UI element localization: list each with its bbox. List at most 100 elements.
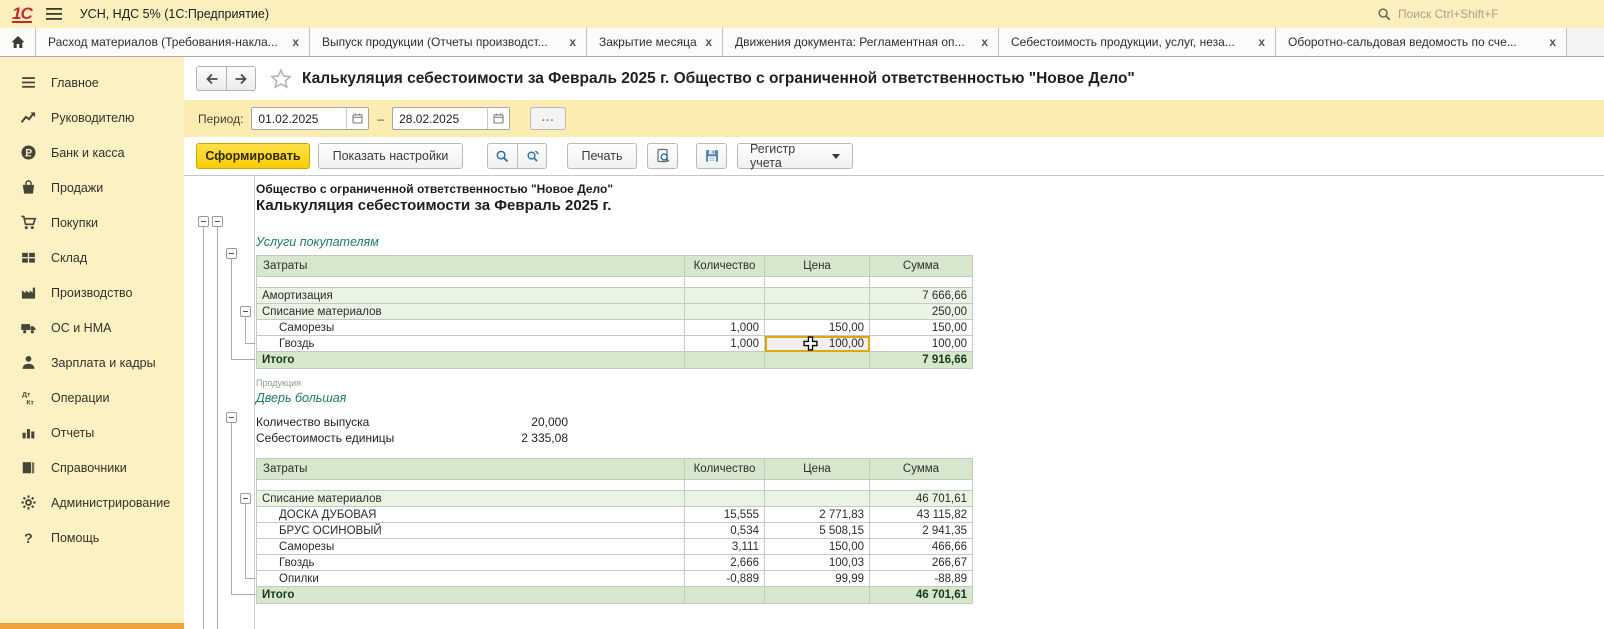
tab-2[interactable]: Закрытие месяцаx xyxy=(587,28,723,56)
table-row[interactable]: Списание материалов 46 701,61 xyxy=(257,491,973,507)
sidebar-item-4[interactable]: Покупки xyxy=(0,205,184,240)
period-from-input[interactable] xyxy=(252,112,346,126)
close-tab-icon[interactable]: x xyxy=(290,35,301,49)
tab-4[interactable]: Себестоимость продукции, услуг, неза...x xyxy=(999,28,1276,56)
cell-sum[interactable]: 250,00 xyxy=(870,304,973,320)
sidebar-item-0[interactable]: Главное xyxy=(0,65,184,100)
sidebar-item-2[interactable]: РБанк и касса xyxy=(0,135,184,170)
cell-price[interactable]: 150,00 xyxy=(765,320,870,336)
table-row[interactable]: Итого 7 916,66 xyxy=(257,352,973,369)
sidebar-scrollbar[interactable] xyxy=(0,623,184,629)
cell-price[interactable] xyxy=(765,587,870,604)
product-cost-table[interactable]: ЗатратыКоличествоЦенаСуммаСписание матер… xyxy=(256,458,973,604)
collapse-group-icon[interactable] xyxy=(240,493,251,504)
table-row[interactable]: Итого46 701,61 xyxy=(257,587,973,604)
cell-price[interactable]: 5 508,15 xyxy=(765,523,870,539)
tab-0[interactable]: Расход материалов (Требования-накла...x xyxy=(36,28,310,56)
cost-item-label[interactable]: ДОСКА ДУБОВАЯ xyxy=(257,507,685,523)
cell-sum[interactable]: 466,66 xyxy=(870,539,973,555)
cell-qty[interactable] xyxy=(685,587,765,604)
close-tab-icon[interactable]: x xyxy=(703,35,714,49)
cell-price[interactable] xyxy=(765,304,870,320)
collapse-group-icon[interactable] xyxy=(212,216,223,227)
tab-3[interactable]: Движения документа: Регламентная оп...x xyxy=(723,28,999,56)
cell-price[interactable] xyxy=(765,352,870,369)
period-more-button[interactable]: ... xyxy=(530,107,566,130)
cell-sum[interactable]: 46 701,61 xyxy=(870,491,973,507)
cell-sum[interactable]: -88,89 xyxy=(870,571,973,587)
register-menu-button[interactable]: Регистр учета xyxy=(737,143,853,169)
cell-price[interactable]: 2 771,83 xyxy=(765,507,870,523)
collapse-group-icon[interactable] xyxy=(226,412,237,423)
sidebar-item-8[interactable]: Зарплата и кадры xyxy=(0,345,184,380)
cost-item-label[interactable]: Итого xyxy=(257,352,685,369)
main-menu-icon[interactable] xyxy=(46,7,64,21)
calendar-icon[interactable] xyxy=(487,108,509,129)
cell-sum[interactable]: 7 916,66 xyxy=(870,352,973,369)
cell-sum[interactable]: 2 941,35 xyxy=(870,523,973,539)
tab-5[interactable]: Оборотно-сальдовая ведомость по сче...x xyxy=(1276,28,1567,56)
cell-price[interactable]: 100,03 xyxy=(765,555,870,571)
cell-sum[interactable]: 150,00 xyxy=(870,320,973,336)
period-to-field[interactable] xyxy=(392,107,510,130)
sidebar-item-10[interactable]: Отчеты xyxy=(0,415,184,450)
show-settings-button[interactable]: Показать настройки xyxy=(318,143,463,169)
close-tab-icon[interactable]: x xyxy=(567,35,578,49)
cost-item-label[interactable]: Саморезы xyxy=(257,320,685,336)
cell-price[interactable]: 150,00 xyxy=(765,539,870,555)
cost-item-label[interactable]: Списание материалов xyxy=(257,491,685,507)
cost-item-label[interactable]: Саморезы xyxy=(257,539,685,555)
table-row[interactable]: Саморезы1,000150,00150,00 xyxy=(257,320,973,336)
generate-button[interactable]: Сформировать xyxy=(196,143,310,169)
cost-item-label[interactable]: Итого xyxy=(257,587,685,604)
find-button[interactable] xyxy=(488,144,517,168)
cost-item-label[interactable]: Амортизация xyxy=(257,288,685,304)
tab-1[interactable]: Выпуск продукции (Отчеты производст...x xyxy=(310,28,587,56)
save-button[interactable] xyxy=(696,143,727,169)
cell-price[interactable]: 99,99 xyxy=(765,571,870,587)
cell-sum[interactable]: 43 115,82 xyxy=(870,507,973,523)
cell-qty[interactable] xyxy=(685,491,765,507)
cell-qty[interactable] xyxy=(685,304,765,320)
cell-sum[interactable]: 100,00 xyxy=(870,336,973,352)
collapse-group-icon[interactable] xyxy=(226,248,237,259)
sidebar-item-5[interactable]: Склад xyxy=(0,240,184,275)
period-to-input[interactable] xyxy=(393,112,487,126)
home-tab[interactable] xyxy=(0,28,36,56)
cell-price[interactable]: 100,00 xyxy=(765,336,870,352)
table-row[interactable]: Опилки-0,88999,99-88,89 xyxy=(257,571,973,587)
table-row[interactable]: Гвоздь2,666100,03266,67 xyxy=(257,555,973,571)
calendar-icon[interactable] xyxy=(346,108,368,129)
cost-item-label[interactable]: Гвоздь xyxy=(257,555,685,571)
cost-item-label[interactable]: Гвоздь xyxy=(257,336,685,352)
forward-button[interactable] xyxy=(226,67,255,90)
sidebar-item-12[interactable]: Администрирование xyxy=(0,485,184,520)
print-button[interactable]: Печать xyxy=(567,143,637,169)
table-row[interactable]: Саморезы3,111150,00466,66 xyxy=(257,539,973,555)
table-row[interactable]: Гвоздь1,000100,00100,00 xyxy=(257,336,973,352)
cost-item-label[interactable]: Списание материалов xyxy=(257,304,685,320)
cell-price[interactable] xyxy=(765,288,870,304)
sidebar-item-1[interactable]: Руководителю xyxy=(0,100,184,135)
services-cost-table[interactable]: ЗатратыКоличествоЦенаСуммаАмортизация7 6… xyxy=(256,255,973,369)
search-input[interactable] xyxy=(1398,7,1578,21)
cell-qty[interactable]: 0,534 xyxy=(685,523,765,539)
cell-qty[interactable]: 1,000 xyxy=(685,336,765,352)
table-row[interactable]: ДОСКА ДУБОВАЯ15,5552 771,8343 115,82 xyxy=(257,507,973,523)
cell-qty[interactable]: 2,666 xyxy=(685,555,765,571)
cell-sum[interactable]: 7 666,66 xyxy=(870,288,973,304)
close-tab-icon[interactable]: x xyxy=(1547,35,1558,49)
cell-qty[interactable]: 1,000 xyxy=(685,320,765,336)
sidebar-item-7[interactable]: ОС и НМА xyxy=(0,310,184,345)
cell-price[interactable] xyxy=(765,491,870,507)
sidebar-item-13[interactable]: ?Помощь xyxy=(0,520,184,555)
sidebar-item-3[interactable]: Продажи xyxy=(0,170,184,205)
sidebar-item-6[interactable]: Производство xyxy=(0,275,184,310)
back-button[interactable] xyxy=(197,67,226,90)
cell-qty[interactable] xyxy=(685,288,765,304)
sidebar-item-9[interactable]: ДтКтОперации xyxy=(0,380,184,415)
cost-item-label[interactable]: Опилки xyxy=(257,571,685,587)
cell-qty[interactable]: 3,111 xyxy=(685,539,765,555)
collapse-group-icon[interactable] xyxy=(198,216,209,227)
table-row[interactable]: Списание материалов 250,00 xyxy=(257,304,973,320)
